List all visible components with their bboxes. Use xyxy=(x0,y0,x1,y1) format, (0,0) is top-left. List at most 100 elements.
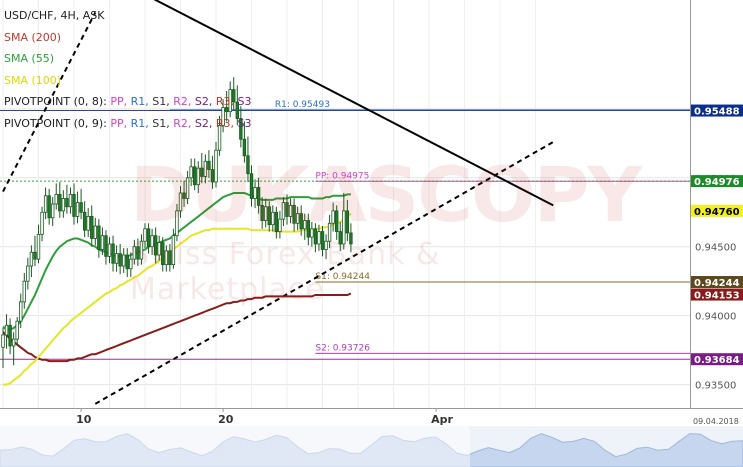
candle-body[interactable] xyxy=(90,216,94,239)
legend-pivot2[interactable]: PIVOTPOINT (0, 9): PP, R1, S1, R2, S2, R… xyxy=(4,113,252,135)
candle-body[interactable] xyxy=(249,173,254,199)
candle-body[interactable] xyxy=(324,240,328,250)
candle-body[interactable] xyxy=(189,166,193,179)
candle-body[interactable] xyxy=(129,258,133,270)
legend-sma55[interactable]: SMA (55) xyxy=(4,48,252,70)
candle-body[interactable] xyxy=(175,210,179,237)
candle-body[interactable] xyxy=(114,253,119,264)
candle-body[interactable] xyxy=(214,149,218,183)
candle-body[interactable] xyxy=(313,228,318,245)
candle-body[interactable] xyxy=(331,210,335,224)
candle-body[interactable] xyxy=(111,243,115,264)
candle-body[interactable] xyxy=(210,169,215,183)
candle-body[interactable] xyxy=(274,211,279,232)
candle-body[interactable] xyxy=(150,235,154,248)
candle-body[interactable] xyxy=(33,251,37,260)
candle-body[interactable] xyxy=(342,210,346,245)
candle-body[interactable] xyxy=(47,195,51,219)
candle-body[interactable] xyxy=(36,233,41,260)
candle-body[interactable] xyxy=(317,231,321,245)
candle-body[interactable] xyxy=(345,210,350,234)
candle-body[interactable] xyxy=(65,198,69,208)
candle-body[interactable] xyxy=(22,280,26,303)
candle-body[interactable] xyxy=(334,210,339,232)
candle-body[interactable] xyxy=(132,246,137,260)
candle-body[interactable] xyxy=(19,301,23,322)
candle-body[interactable] xyxy=(178,192,183,212)
candle-body[interactable] xyxy=(1,334,5,348)
candle-body[interactable] xyxy=(97,225,101,250)
candle-body[interactable] xyxy=(288,204,293,217)
candle-body[interactable] xyxy=(82,211,87,231)
candle-body[interactable] xyxy=(15,320,19,340)
candle-body[interactable] xyxy=(256,187,261,206)
candle-body[interactable] xyxy=(203,160,208,177)
candle-body[interactable] xyxy=(146,228,151,248)
candle-body[interactable] xyxy=(242,138,247,157)
candle-body[interactable] xyxy=(136,246,140,260)
candle-body[interactable] xyxy=(8,324,12,347)
candle-body[interactable] xyxy=(29,251,34,267)
candle-body[interactable] xyxy=(118,253,122,267)
candle-body[interactable] xyxy=(143,228,147,242)
candle-body[interactable] xyxy=(320,231,325,250)
candle-body[interactable] xyxy=(185,177,190,199)
candle-body[interactable] xyxy=(171,235,176,266)
candle-body[interactable] xyxy=(246,155,250,175)
candle-body[interactable] xyxy=(54,193,58,205)
candle-body[interactable] xyxy=(285,202,289,217)
candle-body[interactable] xyxy=(281,202,286,220)
candle-body[interactable] xyxy=(153,235,158,256)
candle-body[interactable] xyxy=(168,250,172,266)
candle-body[interactable] xyxy=(51,203,55,219)
candle-body[interactable] xyxy=(327,222,332,242)
candle-body[interactable] xyxy=(86,216,90,231)
candle-body[interactable] xyxy=(79,202,83,213)
legend-sma200[interactable]: SMA (200) xyxy=(4,27,252,49)
candle-body[interactable] xyxy=(139,240,144,260)
candle-body[interactable] xyxy=(253,187,257,199)
candle-body[interactable] xyxy=(61,198,66,212)
candle-body[interactable] xyxy=(292,204,296,224)
candle-body[interactable] xyxy=(182,192,186,199)
candle-body[interactable] xyxy=(122,254,126,267)
candle-body[interactable] xyxy=(196,167,200,186)
candle-body[interactable] xyxy=(104,235,108,257)
legend-sma100[interactable]: SMA (100) xyxy=(4,70,252,92)
candle-body[interactable] xyxy=(107,243,112,257)
candle-body[interactable] xyxy=(72,193,76,217)
candle-body[interactable] xyxy=(303,220,307,230)
candle-body[interactable] xyxy=(93,225,97,239)
candle-body[interactable] xyxy=(161,242,165,266)
candle-body[interactable] xyxy=(4,324,9,336)
candle-body[interactable] xyxy=(278,218,282,232)
candle-body[interactable] xyxy=(271,211,275,226)
chart-legend: USD/CHF, 4H, ASK SMA (200) SMA (55) SMA … xyxy=(4,5,252,134)
candle-body[interactable] xyxy=(157,242,161,256)
candle-body[interactable] xyxy=(338,231,342,245)
candle-body[interactable] xyxy=(200,167,204,177)
legend-pivot-item: S1, xyxy=(148,95,170,108)
candle-body[interactable] xyxy=(349,232,353,245)
candle-body[interactable] xyxy=(43,195,48,213)
candle-body[interactable] xyxy=(125,254,129,270)
legend-pivot-item: R3, xyxy=(212,116,235,130)
candle-body[interactable] xyxy=(164,250,168,266)
candle-body[interactable] xyxy=(11,338,16,347)
candle-body[interactable] xyxy=(58,193,62,212)
candle-body[interactable] xyxy=(207,160,211,170)
candle-body[interactable] xyxy=(75,202,80,217)
candle-body[interactable] xyxy=(40,211,44,235)
candle-body[interactable] xyxy=(306,220,310,238)
candle-body[interactable] xyxy=(267,206,271,226)
candle-body[interactable] xyxy=(26,265,30,282)
legend-pivot1[interactable]: PIVOTPOINT (0, 8): PP, R1, S1, R2, S2, R… xyxy=(4,91,252,113)
candle-body[interactable] xyxy=(260,204,264,221)
candle-body[interactable] xyxy=(192,166,197,186)
candle-body[interactable] xyxy=(68,193,73,208)
candle-body[interactable] xyxy=(299,213,303,230)
candle-body[interactable] xyxy=(263,206,268,221)
candle-body[interactable] xyxy=(100,235,105,250)
candle-body[interactable] xyxy=(310,228,314,238)
candle-body[interactable] xyxy=(295,213,300,224)
